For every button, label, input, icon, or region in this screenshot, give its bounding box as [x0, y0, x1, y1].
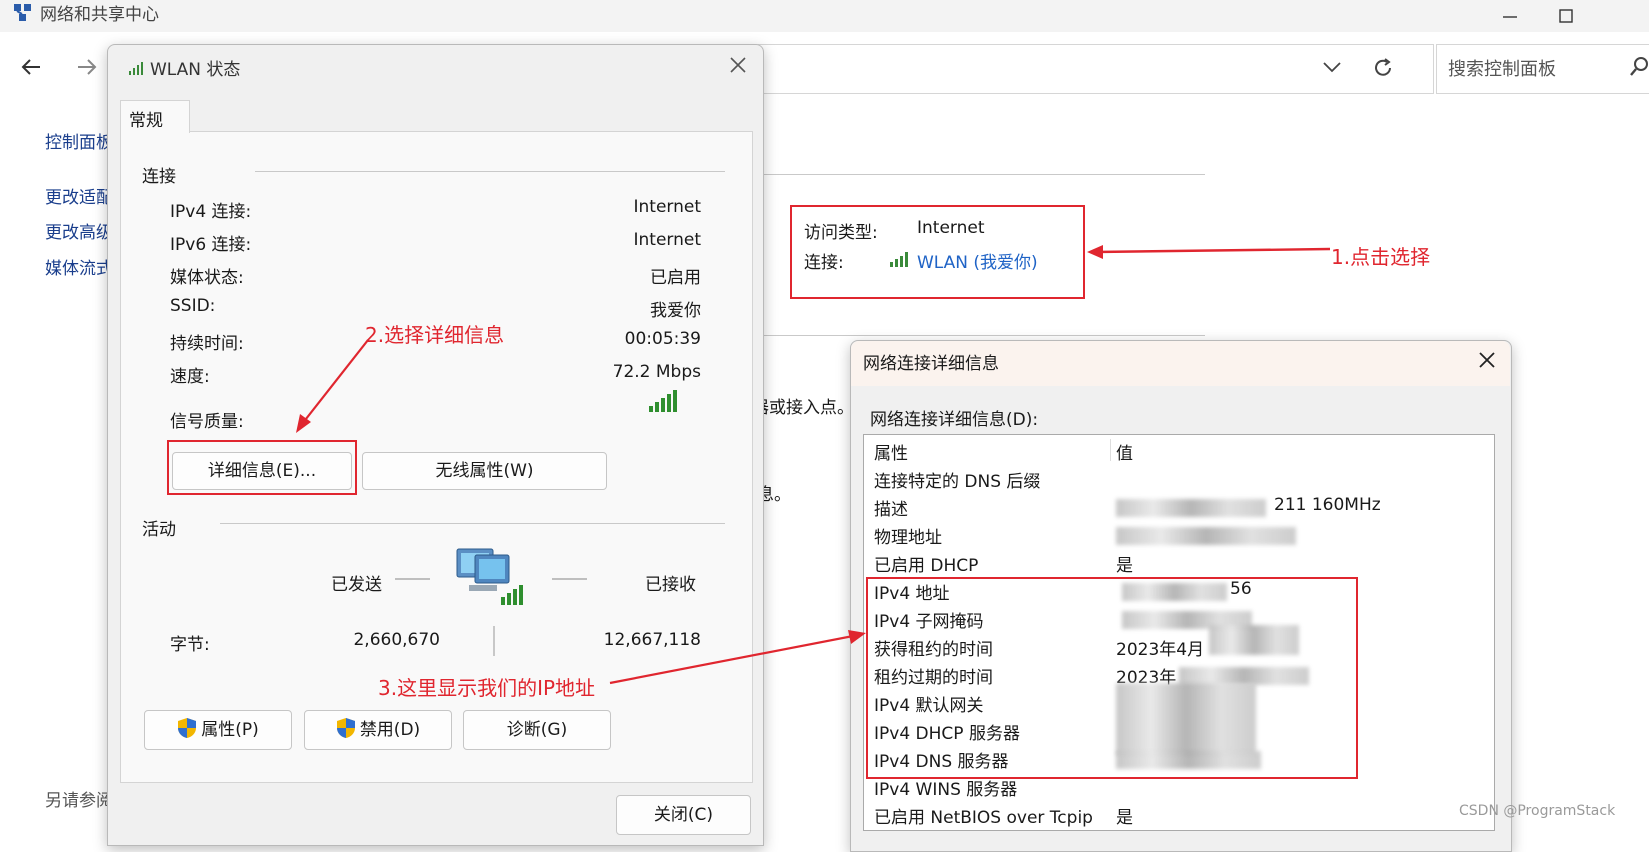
details-caption: 网络连接详细信息(D):: [870, 410, 1039, 430]
search-icon[interactable]: [1629, 56, 1649, 78]
background-text-line1: 器或接入点。: [752, 398, 854, 418]
column-separator[interactable]: [1110, 439, 1111, 461]
network-center-icon: [14, 4, 31, 21]
sidebar-item-media[interactable]: 媒体流式: [45, 254, 113, 279]
sent-label: 已发送: [331, 575, 382, 595]
bytes-sent-value: 2,660,670: [353, 630, 440, 650]
redacted-value: [1116, 499, 1266, 517]
ipv6-value: Internet: [633, 230, 701, 250]
column-header-property[interactable]: 属性: [874, 439, 908, 464]
divider: [760, 335, 1205, 336]
ssid-value: 我爱你: [650, 301, 701, 321]
activity-section-title: 活动: [142, 520, 176, 540]
highlight-box-step1: [790, 205, 1085, 299]
window-controls[interactable]: [1503, 8, 1623, 24]
diagnose-button[interactable]: 诊断(G): [463, 710, 611, 750]
back-arrow-icon: [21, 59, 40, 75]
disable-button-label: 禁用(D): [359, 720, 421, 740]
duration-label: 持续时间:: [170, 334, 244, 354]
chevron-down-icon[interactable]: [1322, 60, 1342, 74]
properties-button-label: 属性(P): [201, 720, 259, 740]
list-item-property: 物理地址: [874, 528, 942, 548]
ssid-label: SSID:: [170, 296, 216, 316]
annotation-arrow-step3: [609, 630, 866, 685]
media-state-value: 已启用: [650, 268, 701, 288]
annotation-step1: 1.点击选择: [1331, 245, 1431, 269]
maximize-icon: [1559, 9, 1573, 23]
highlight-box-step3: [866, 577, 1358, 779]
annotation-step2: 2.选择详细信息: [365, 323, 505, 347]
window-title: 网络和共享中心: [40, 5, 159, 25]
received-label: 已接收: [645, 575, 696, 595]
sent-line: [395, 578, 430, 580]
signal-strength-icon: [649, 390, 677, 412]
network-computers-icon: [456, 548, 523, 605]
close-button[interactable]: 关闭(C): [616, 795, 751, 835]
annotation-arrow-step2: [296, 339, 369, 433]
list-item-property: 已启用 NetBIOS over Tcpip: [874, 808, 1093, 828]
speed-value: 72.2 Mbps: [612, 362, 701, 382]
received-line: [552, 578, 587, 580]
annotation-step3: 3.这里显示我们的IP地址: [378, 676, 596, 700]
refresh-icon[interactable]: [1371, 56, 1395, 80]
highlight-box-step2: [167, 440, 357, 495]
list-item-property: 描述: [874, 500, 908, 520]
section-divider: [220, 523, 725, 524]
bytes-separator: [493, 626, 495, 656]
list-item-value: 211 160MHz: [1274, 495, 1381, 515]
tab-general[interactable]: 常规: [120, 100, 190, 133]
list-item-value: 是: [1116, 808, 1133, 828]
divider: [760, 174, 1205, 175]
ipv4-label: IPv4 连接:: [170, 202, 252, 222]
connection-section-title: 连接: [142, 167, 176, 187]
uac-shield-icon: [178, 718, 197, 738]
dialog-title: WLAN 状态: [150, 60, 241, 80]
signal-quality-label: 信号质量:: [170, 412, 244, 432]
section-divider: [255, 171, 725, 172]
see-also-heading: 另请参阅: [45, 791, 113, 811]
close-icon[interactable]: [729, 56, 747, 74]
nav-arrows[interactable]: [20, 56, 100, 78]
forward-arrow-icon: [78, 59, 97, 75]
bytes-label: 字节:: [170, 635, 210, 655]
duration-value: 00:05:39: [624, 329, 701, 349]
properties-button[interactable]: 属性(P): [144, 710, 292, 750]
sidebar-item-adapter[interactable]: 更改适配: [45, 183, 113, 208]
ipv6-label: IPv6 连接:: [170, 235, 252, 255]
redacted-value: [1116, 527, 1296, 545]
watermark: CSDN @ProgramStack: [1459, 803, 1616, 819]
speed-label: 速度:: [170, 367, 210, 387]
tab-general-label: 常规: [129, 111, 163, 131]
sidebar-item-advanced[interactable]: 更改高级: [45, 218, 113, 243]
search-input[interactable]: 搜索控制面板: [1448, 55, 1556, 81]
disable-button[interactable]: 禁用(D): [304, 710, 452, 750]
control-panel-home-link[interactable]: 控制面板: [45, 128, 113, 153]
list-item-value: 是: [1116, 556, 1133, 576]
close-icon[interactable]: [1478, 351, 1496, 369]
ipv4-value: Internet: [633, 197, 701, 217]
annotation-arrow-step1: [1087, 245, 1330, 259]
list-item-property: 连接特定的 DNS 后缀: [874, 472, 1041, 492]
title-bar: [0, 0, 1649, 32]
column-header-value[interactable]: 值: [1116, 439, 1133, 464]
list-item-property: 已启用 DHCP: [874, 556, 979, 576]
uac-shield-icon: [336, 718, 355, 738]
wifi-signal-icon: [129, 62, 143, 75]
details-dialog-title: 网络连接详细信息: [863, 354, 999, 374]
wireless-properties-button[interactable]: 无线属性(W): [362, 452, 607, 490]
media-state-label: 媒体状态:: [170, 268, 244, 288]
